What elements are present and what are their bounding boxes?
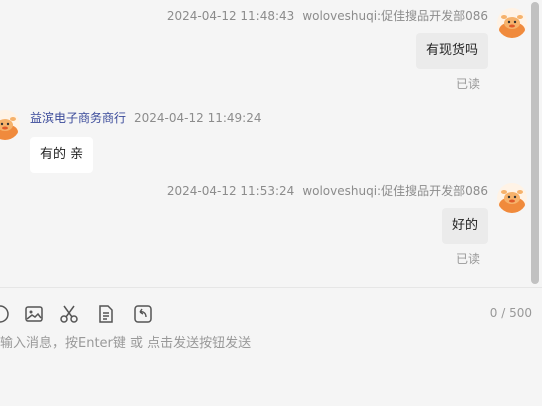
message-time: 2024-04-12 11:48:43 [166,9,295,23]
message-meta: 2024-04-12 11:53:24 woloveshuqi:促佳搜品开发部08… [167,184,488,198]
message-bubble[interactable]: 好的 [441,208,488,244]
avatar[interactable] [497,8,527,38]
sender-name: woloveshuqi:促佳搜品开发部086 [302,9,488,23]
message-bubble[interactable]: 有现货吗 [415,33,488,69]
scissors-icon[interactable] [59,304,79,324]
emoji-icon[interactable] [0,304,10,324]
file-icon[interactable] [96,304,116,324]
message-composer: 0 / 500 输入消息，按Enter键 或 点击发送按钮发送 [0,288,542,406]
mascot-avatar-icon [499,15,525,38]
message-time: 2024-04-12 11:49:24 [134,111,262,125]
sender-name: woloveshuqi:促佳搜品开发部086 [302,184,488,198]
avatar[interactable] [0,110,20,140]
message-input[interactable]: 输入消息，按Enter键 或 点击发送按钮发送 [0,336,251,352]
avatar[interactable] [497,183,527,213]
message-meta: 益滨电子商务商行 2024-04-12 11:49:24 [30,111,261,125]
image-icon[interactable] [24,304,44,324]
char-counter: 0 / 500 [489,306,532,320]
read-status: 已读 [455,252,480,266]
recall-icon[interactable] [133,304,153,324]
read-status: 已读 [455,77,480,91]
mascot-avatar-icon [499,190,525,213]
message-bubble[interactable]: 有的 亲 [30,137,94,173]
mascot-avatar-icon [0,117,18,140]
message-list: 2024-04-12 11:48:43 woloveshuqi:促佳搜品开发部08… [0,0,542,287]
sender-name: 益滨电子商务商行 [30,111,127,125]
message-time: 2024-04-12 11:53:24 [166,184,295,198]
scrollbar-thumb[interactable] [531,2,539,284]
message-meta: 2024-04-12 11:48:43 woloveshuqi:促佳搜品开发部08… [167,9,488,23]
